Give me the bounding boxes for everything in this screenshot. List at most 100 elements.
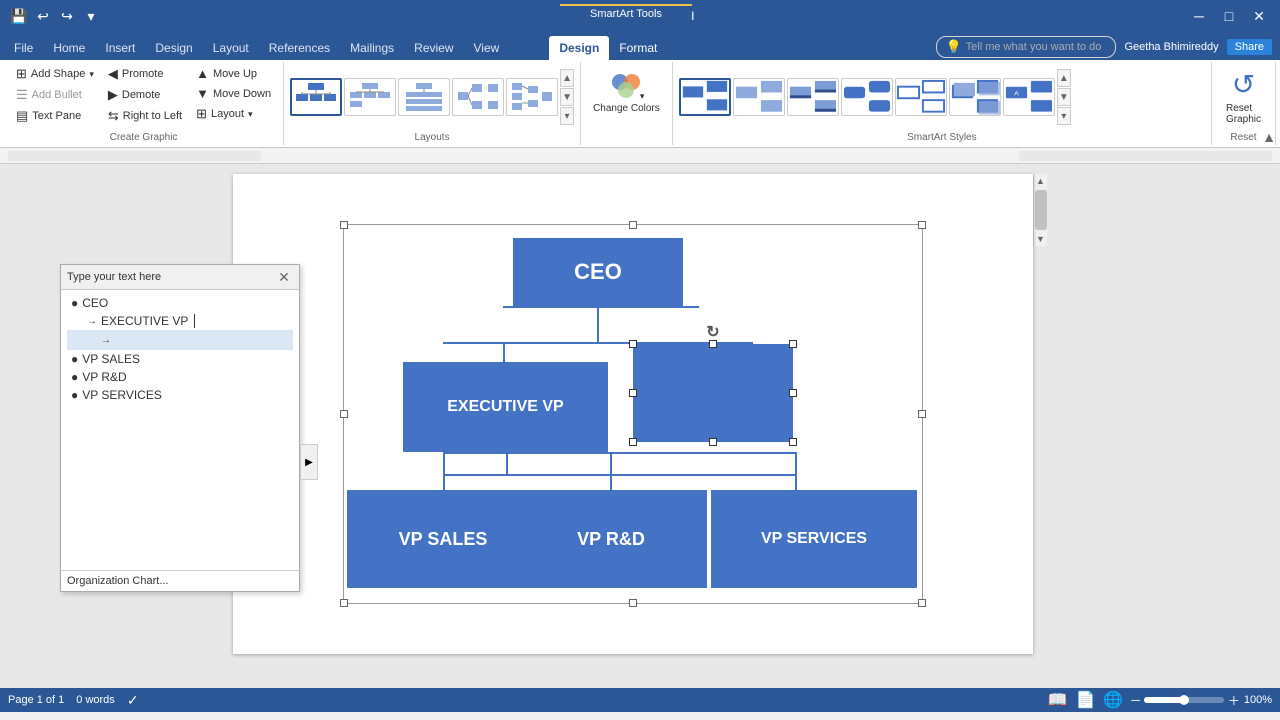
handle-br[interactable] [918,599,926,607]
text-pane-title: Type your text here [67,271,161,283]
box-handle-bm[interactable] [709,438,717,446]
share-button[interactable]: Share [1227,39,1272,55]
undo-button[interactable]: ↩ [32,5,54,27]
style-thumb-6[interactable] [949,78,1001,116]
tab-file[interactable]: File [4,36,43,60]
style-thumb-5[interactable] [895,78,947,116]
add-shape-button[interactable]: ⊞ Add Shape ▾ [10,64,100,84]
style-thumb-3[interactable] [787,78,839,116]
tab-design-doc[interactable]: Design [145,36,202,60]
minimize-button[interactable]: ─ [1186,3,1212,29]
style-thumb-4[interactable] [841,78,893,116]
selected-box[interactable]: ↻ [633,344,793,442]
layouts-scroll-more[interactable]: ▾ [560,107,574,125]
box-handle-tl[interactable] [629,340,637,348]
text-pane-item-vp-rd: ● VP R&D [67,368,293,386]
tab-references[interactable]: References [259,36,340,60]
right-to-left-button[interactable]: ⇆ Right to Left [102,106,188,126]
close-button[interactable]: ✕ [1246,3,1272,29]
user-name[interactable]: Geetha Bhimireddy [1124,41,1218,53]
zoom-slider[interactable] [1144,697,1224,703]
read-mode-icon[interactable]: 📖 [1048,690,1068,710]
expand-text-pane-button[interactable]: ▶ [300,444,318,480]
tab-insert[interactable]: Insert [95,36,145,60]
maximize-button[interactable]: □ [1216,3,1242,29]
tab-format[interactable]: Format [609,36,667,60]
scroll-up-button[interactable]: ▲ [1034,174,1048,188]
add-bullet-button[interactable]: ☰ Add Bullet [10,85,100,105]
style-svg-1 [681,79,729,114]
box-handle-ml[interactable] [629,389,637,397]
vp-sales-box[interactable]: VP SALES [347,490,539,588]
layout-thumb-2[interactable] [344,78,396,116]
promote-button[interactable]: ◀ Promote [102,64,188,84]
style-thumb-7[interactable]: A [1003,78,1055,116]
layout-thumb-5[interactable] [506,78,558,116]
tab-review[interactable]: Review [404,36,463,60]
tab-view[interactable]: View [464,36,510,60]
zoom-out-button[interactable]: ─ [1131,693,1140,707]
styles-scroll-more[interactable]: ▾ [1057,107,1071,125]
ceo-box[interactable]: CEO [513,238,683,306]
text-pane-vp-sales: VP SALES [82,352,140,366]
change-colors-button[interactable]: ▾ Change Colors [587,64,666,118]
proofing-icon[interactable]: ✓ [127,692,139,709]
box-handle-br[interactable] [789,438,797,446]
tab-design-smartart[interactable]: Design [549,36,609,60]
web-layout-icon[interactable]: 🌐 [1103,690,1123,710]
bullet-vp-rd: ● [71,370,78,384]
text-pane-footer[interactable]: Organization Chart... [61,570,299,591]
tell-me-input[interactable]: 💡 Tell me what you want to do [936,36,1116,58]
vertical-scrollbar[interactable]: ▲ ▼ [1033,174,1047,246]
handle-ml[interactable] [340,410,348,418]
box-handle-mr[interactable] [789,389,797,397]
styles-scroll-up[interactable]: ▲ [1057,69,1071,87]
handle-tl[interactable] [340,221,348,229]
text-pane-item-empty[interactable]: → [67,330,293,350]
text-pane-close-button[interactable]: ✕ [275,268,293,286]
layouts-scroll-down[interactable]: ▼ [560,88,574,106]
move-up-button[interactable]: ▲ Move Up [190,64,277,83]
connector-vp-rd-down [610,472,612,490]
vp-rd-box[interactable]: VP R&D [515,490,707,588]
vp-services-box[interactable]: VP SERVICES [711,490,917,588]
layout-dropdown-button[interactable]: ⊞ Layout ▾ [190,104,277,124]
qat-more-button[interactable]: ▾ [80,5,102,27]
handle-bl[interactable] [340,599,348,607]
collapse-ribbon-button[interactable]: ▲ [1262,129,1276,145]
box-handle-bl[interactable] [629,438,637,446]
styles-scroll-down[interactable]: ▼ [1057,88,1071,106]
style-thumb-1[interactable] [679,78,731,116]
text-pane-button[interactable]: ▤ Text Pane [10,106,100,126]
box-handle-tr[interactable] [789,340,797,348]
handle-bm[interactable] [629,599,637,607]
scroll-thumb-v[interactable] [1035,190,1047,230]
reset-graphic-button[interactable]: ↺ Reset Graphic [1218,64,1269,129]
smartart-container[interactable]: CEO EXECUTIVE VP [343,224,923,604]
zoom-thumb[interactable] [1179,695,1189,705]
smartart-styles-content: A ▲ ▼ ▾ [679,64,1071,130]
tab-home[interactable]: Home [43,36,95,60]
style-svg-3 [788,79,838,116]
layout-thumb-4[interactable] [452,78,504,116]
layouts-scroll-up[interactable]: ▲ [560,69,574,87]
layout-thumb-1[interactable] [290,78,342,116]
zoom-in-button[interactable]: ＋ [1228,692,1240,709]
text-pane-input-empty[interactable] [115,332,293,348]
print-layout-icon[interactable]: 📄 [1075,690,1095,710]
zoom-control[interactable]: ─ ＋ 100% [1131,692,1272,709]
redo-button[interactable]: ↪ [56,5,78,27]
styles-scroll: ▲ ▼ ▾ [1057,69,1071,125]
move-down-button[interactable]: ▼ Move Down [190,84,277,103]
rotate-handle[interactable]: ↻ [706,322,719,342]
handle-tm[interactable] [629,221,637,229]
tab-layout[interactable]: Layout [203,36,259,60]
handle-tr[interactable] [918,221,926,229]
scroll-down-button[interactable]: ▼ [1034,232,1048,246]
save-button[interactable]: 💾 [8,5,30,27]
layout-thumb-3[interactable] [398,78,450,116]
style-thumb-2[interactable] [733,78,785,116]
tab-mailings[interactable]: Mailings [340,36,404,60]
handle-mr[interactable] [918,410,926,418]
demote-button[interactable]: ▶ Demote [102,85,188,105]
